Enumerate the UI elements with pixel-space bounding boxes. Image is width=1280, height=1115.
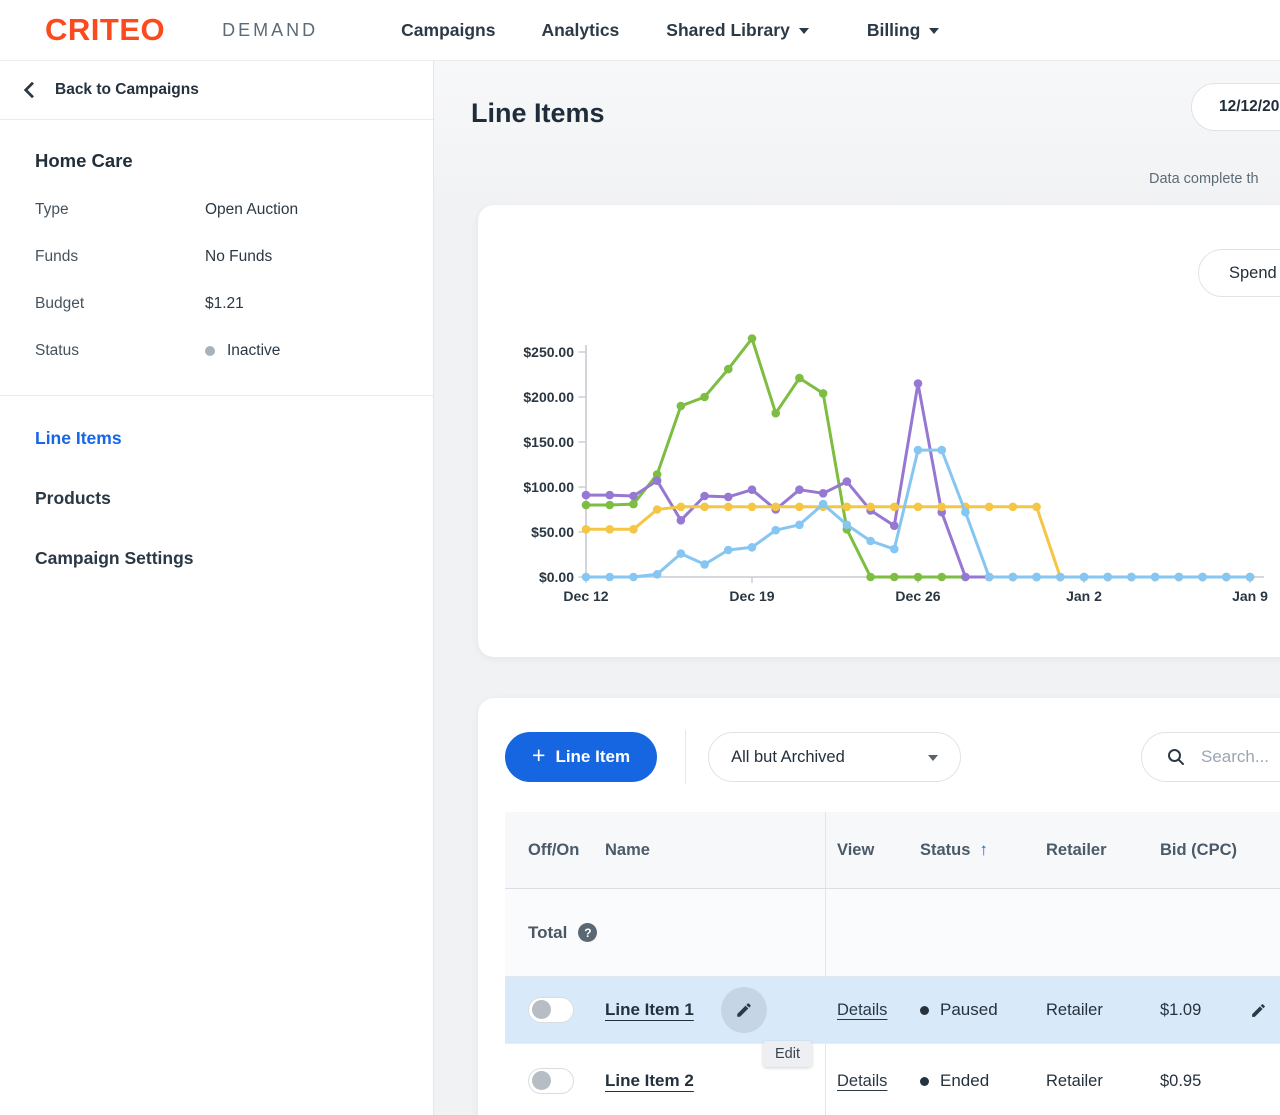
main-content: Line Items 12/12/20 Data complete th Spe… [434,61,1280,1115]
details-link[interactable]: Details [837,1072,887,1091]
sidebar-nav: Line Items Products Campaign Settings [0,396,433,601]
svg-text:Dec 19: Dec 19 [729,588,774,604]
svg-text:Jan 9: Jan 9 [1232,588,1268,604]
chevron-down-icon [928,755,938,761]
nav-billing-label: Billing [867,20,920,41]
campaign-name: Home Care [35,150,398,172]
search-icon [1166,747,1186,767]
toolbar-divider [685,730,686,784]
app-shell: Back to Campaigns Home Care Type Open Au… [0,61,1280,1115]
data-complete-note: Data complete th [1149,171,1259,187]
edit-tooltip: Edit [763,1041,812,1067]
svg-text:$50.00: $50.00 [531,524,574,540]
table-toolbar: + Line Item All but Archived [505,732,1280,782]
edit-bid-button[interactable] [1250,977,1280,1043]
product-name: DEMAND [222,20,318,41]
top-nav: CRITEO DEMAND Campaigns Analytics Shared… [0,0,1280,61]
back-to-campaigns-label: Back to Campaigns [55,81,199,99]
total-cell: Total ? [505,889,825,976]
status-text: Ended [940,1071,989,1091]
page-title: Line Items [471,98,1280,129]
back-to-campaigns-button[interactable]: Back to Campaigns [0,61,433,120]
search-input[interactable] [1199,746,1280,768]
col-header-retailer: Retailer [1046,812,1160,888]
table-header-row: Off/On Name View Status ↑ Retailer Bid (… [505,812,1280,889]
col-header-name[interactable]: Name [605,812,825,888]
status-text: Paused [940,1000,998,1020]
campaign-summary: Home Care Type Open Auction Funds No Fun… [0,120,433,360]
sort-ascending-icon: ↑ [979,840,988,860]
total-row: Total ? [505,889,1280,977]
edit-name-button[interactable] [721,987,767,1033]
chevron-down-icon [929,28,939,34]
chart-metric-select[interactable]: Spend [1198,249,1280,297]
svg-text:$100.00: $100.00 [523,479,574,495]
pencil-icon [735,1001,753,1019]
status-dot-inactive [205,346,215,356]
col-header-actions [1250,812,1280,888]
criteo-logo[interactable]: CRITEO [45,12,165,48]
retailer-cell: Retailer [1046,1044,1160,1115]
date-range-button[interactable]: 12/12/20 [1191,83,1280,131]
line-item-name-link[interactable]: Line Item 2 [605,1071,694,1091]
chevron-left-icon [24,82,41,99]
nav-shared-library-label: Shared Library [666,20,790,41]
line-item-name-link[interactable]: Line Item 1 [605,1000,694,1020]
svg-text:Dec 26: Dec 26 [895,588,940,604]
svg-text:Jan 2: Jan 2 [1066,588,1102,604]
chevron-down-icon [799,28,809,34]
campaign-field-budget: Budget $1.21 [35,295,398,313]
campaign-field-status: Status Inactive [35,342,398,360]
campaign-field-type: Type Open Auction [35,201,398,219]
spend-line-chart: $0.00 $50.00 $100.00 $150.00 $200.00 $250.00 D… [478,325,1278,625]
toggle-knob [532,1000,551,1019]
svg-text:$0.00: $0.00 [539,569,574,585]
spend-chart-card: Spend $0.00 $50.00 $100.00 $150.00 $200.00 $2… [478,205,1280,657]
bid-cell: $1.09 [1160,977,1250,1043]
plus-icon: + [532,742,545,769]
toggle-knob [532,1071,551,1090]
retailer-cell: Retailer [1046,977,1160,1043]
nav-analytics[interactable]: Analytics [541,20,619,41]
search-box[interactable] [1141,732,1280,782]
svg-text:Dec 12: Dec 12 [563,588,608,604]
col-header-status[interactable]: Status ↑ [920,812,1046,888]
sidebar-item-campaign-settings[interactable]: Campaign Settings [35,548,398,569]
off-on-toggle[interactable] [528,997,574,1023]
help-icon[interactable]: ? [578,923,597,942]
col-header-bid[interactable]: Bid (CPC) [1160,812,1250,888]
sidebar-item-line-items[interactable]: Line Items [35,428,398,449]
svg-text:$200.00: $200.00 [523,389,574,405]
sidebar-item-products[interactable]: Products [35,488,398,509]
add-line-item-button[interactable]: + Line Item [505,732,657,782]
sidebar: Back to Campaigns Home Care Type Open Au… [0,61,434,1115]
line-items-table: Off/On Name View Status ↑ Retailer Bid (… [505,812,1280,1115]
filter-dropdown[interactable]: All but Archived [708,732,961,782]
pencil-icon [1250,1002,1267,1019]
table-row-line-item-1: Line Item 1 Edit Details Paused Retai [505,977,1280,1044]
filter-dropdown-value: All but Archived [731,748,845,767]
campaign-field-funds: Funds No Funds [35,248,398,266]
svg-text:$250.00: $250.00 [523,344,574,360]
add-line-item-label: Line Item [555,747,630,767]
off-on-toggle[interactable] [528,1068,574,1094]
bid-cell: $0.95 [1160,1044,1250,1115]
nav-billing[interactable]: Billing [867,20,939,41]
col-header-offon: Off/On [505,812,605,888]
col-header-view: View [825,812,920,888]
svg-text:$150.00: $150.00 [523,434,574,450]
status-dot [920,1077,929,1086]
table-row-line-item-2: Line Item 2 Details Ended Retailer $0.95 [505,1044,1280,1115]
nav-campaigns[interactable]: Campaigns [401,20,495,41]
line-items-table-card: + Line Item All but Archived [478,698,1280,1115]
nav-shared-library[interactable]: Shared Library [666,20,809,41]
details-link[interactable]: Details [837,1001,887,1020]
status-dot [920,1006,929,1015]
status-value: Inactive [227,342,280,360]
